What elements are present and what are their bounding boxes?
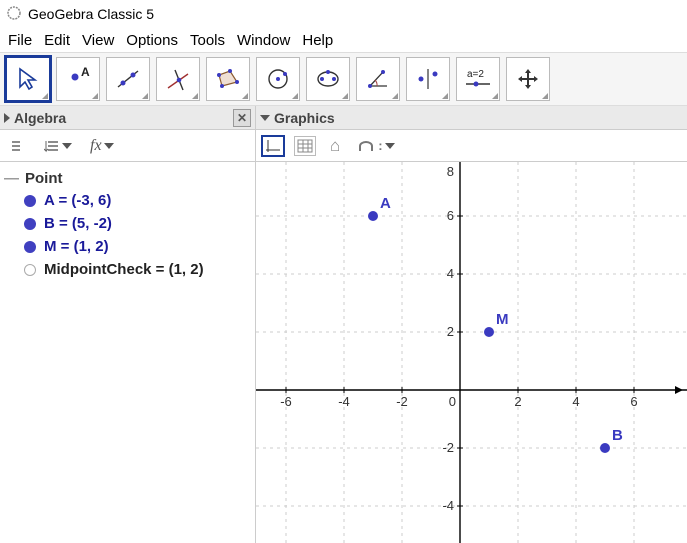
svg-text:-2: -2 [396,394,408,409]
toolbar: A a=2 [0,52,687,106]
tool-line[interactable] [106,57,150,101]
menu-help[interactable]: Help [298,30,337,51]
list-item[interactable]: MidpointCheck = (1, 2) [4,258,251,281]
list-item[interactable]: B = (5, -2) [4,212,251,235]
tool-slider[interactable]: a=2 [456,57,500,101]
titlebar: GeoGebra Classic 5 [0,0,687,28]
point-capture[interactable]: : [354,136,398,156]
svg-text:4: 4 [447,266,454,281]
svg-text:4: 4 [572,394,579,409]
point-b-label: B [612,427,623,444]
home-view[interactable]: ⌂ [326,134,344,158]
collapse-icon [260,115,270,121]
menu-file[interactable]: File [4,30,36,51]
algebra-tree[interactable]: — Point A = (-3, 6) B = (5, -2) M = (1, … [0,162,255,287]
visibility-dot-icon[interactable] [24,195,36,207]
menu-window[interactable]: Window [233,30,294,51]
tool-move-view[interactable] [506,57,550,101]
app-icon [6,5,22,24]
tool-reflect[interactable] [406,57,450,101]
point-b[interactable] [600,443,610,453]
collapse-icon [4,113,10,123]
tool-circle[interactable] [256,57,300,101]
point-m-label: M [496,311,509,328]
menu-tools[interactable]: Tools [186,30,229,51]
menu-view[interactable]: View [78,30,118,51]
sort-order[interactable] [40,136,76,156]
graphics-header[interactable]: Graphics [256,106,687,130]
svg-text:a=2: a=2 [467,69,484,80]
fx-toggle[interactable]: fх [86,135,118,157]
svg-text:6: 6 [630,394,637,409]
menubar: File Edit View Options Tools Window Help [0,28,687,52]
point-a[interactable] [368,211,378,221]
graphics-canvas[interactable]: -6 -4 -2 0 2 4 6 -4 -2 2 4 6 8 [256,162,687,543]
svg-text:2: 2 [514,394,521,409]
tool-polygon[interactable] [206,57,250,101]
list-item[interactable]: M = (1, 2) [4,235,251,258]
point-m[interactable] [484,327,494,337]
algebra-header[interactable]: Algebra ✕ [0,106,255,130]
svg-text:2: 2 [447,324,454,339]
tool-ellipse[interactable] [306,57,350,101]
chevron-down-icon [62,143,72,149]
svg-text:-4: -4 [442,498,454,513]
svg-text:A: A [81,66,90,79]
list-item[interactable]: A = (-3, 6) [4,189,251,212]
svg-text:-2: -2 [442,440,454,455]
menu-options[interactable]: Options [122,30,182,51]
close-icon[interactable]: ✕ [233,109,251,127]
tool-move[interactable] [6,57,50,101]
svg-text:0: 0 [449,394,456,409]
sort-toggle[interactable] [6,136,30,156]
visibility-dot-icon[interactable] [24,218,36,230]
menu-edit[interactable]: Edit [40,30,74,51]
panel-graphics: Graphics ⌂ : [256,106,687,543]
algebra-title: Algebra [14,110,66,126]
graphics-title: Graphics [274,110,335,126]
point-a-label: A [380,195,391,212]
graphics-subtoolbar: ⌂ : [256,130,687,162]
svg-text:-6: -6 [280,394,292,409]
algebra-group-point[interactable]: — Point [4,168,251,189]
svg-text:8: 8 [447,164,454,179]
chevron-down-icon [385,143,395,149]
toggle-axes[interactable] [262,136,284,156]
svg-text:6: 6 [447,208,454,223]
tool-perpendicular[interactable] [156,57,200,101]
chevron-down-icon [104,143,114,149]
algebra-subtoolbar: fх [0,130,255,162]
svg-text:-4: -4 [338,394,350,409]
visibility-dot-icon[interactable] [24,241,36,253]
panel-algebra: Algebra ✕ fх — Point A = (-3, 6) [0,106,256,543]
tool-point[interactable]: A [56,57,100,101]
toggle-grid[interactable] [294,136,316,156]
visibility-dot-icon[interactable] [24,264,36,276]
tool-angle[interactable] [356,57,400,101]
app-title: GeoGebra Classic 5 [28,6,154,22]
